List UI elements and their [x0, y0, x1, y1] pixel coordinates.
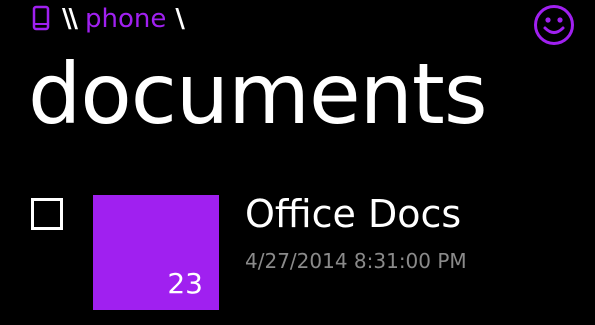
breadcrumb-item-phone[interactable]: phone: [85, 4, 166, 34]
phone-icon: [30, 5, 52, 33]
page-title: documents: [28, 45, 488, 143]
breadcrumb-separator: \: [175, 4, 185, 34]
breadcrumb-root-separator: \\: [62, 4, 78, 34]
select-checkbox[interactable]: [31, 198, 63, 230]
item-count: 23: [167, 267, 203, 300]
item-timestamp: 4/27/2014 8:31:00 PM: [245, 249, 467, 273]
list-item[interactable]: 23 Office Docs 4/27/2014 8:31:00 PM: [0, 192, 595, 315]
breadcrumb: \\ phone \: [30, 4, 185, 34]
smiley-icon[interactable]: [533, 4, 575, 46]
item-title[interactable]: Office Docs: [245, 191, 461, 237]
folder-tile-icon[interactable]: 23: [93, 195, 219, 310]
